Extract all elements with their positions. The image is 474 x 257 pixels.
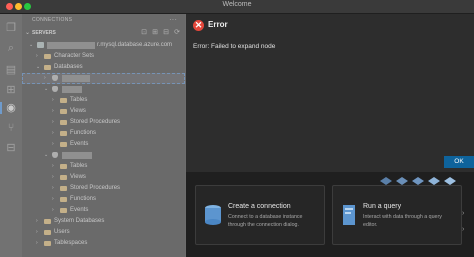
card-title: Create a connection (228, 203, 291, 210)
ok-button[interactable]: OK (444, 156, 474, 168)
card-description: Connect to a database instance through t… (228, 214, 303, 228)
error-message: Error: Failed to expand node (193, 43, 276, 50)
chevron-right-icon[interactable]: › (462, 226, 464, 233)
card-description: Interact with data through a query edito… (363, 214, 442, 228)
error-dialog: ✕ Error Error: Failed to expand node OK (186, 14, 474, 173)
title-bar: Welcome (0, 0, 474, 14)
window-title: Welcome (222, 1, 252, 8)
run-query-card[interactable]: Run a query Interact with data through a… (332, 185, 462, 245)
database-illustration-icon (205, 205, 221, 225)
create-connection-card[interactable]: Create a connection Connect to a databas… (195, 185, 325, 245)
chevron-right-icon[interactable]: › (462, 210, 464, 217)
modal-overlay (0, 14, 186, 257)
error-icon: ✕ (193, 20, 204, 31)
dialog-title: Error (208, 20, 228, 29)
card-title: Run a query (363, 203, 402, 210)
query-illustration-icon (343, 205, 355, 225)
